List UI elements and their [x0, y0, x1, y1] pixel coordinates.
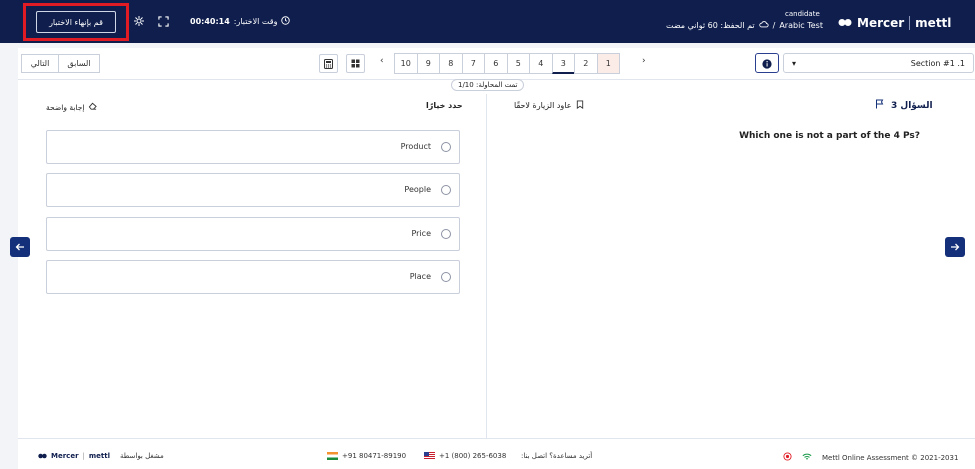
breadcrumb: Arabic Test / تم الحفظ: 60 ثواني مضت — [666, 20, 823, 30]
next-button[interactable]: التالي — [21, 54, 59, 73]
top-header: قم بإنهاء الاختبار وقت الاختبار: 00:40:1… — [0, 0, 975, 43]
page-footer: Mercer | mettl مشغل بواسطة +91 80471-891… — [18, 438, 975, 469]
section-dropdown[interactable]: ▾ Section #1 .1 — [783, 53, 974, 73]
india-flag-icon — [327, 452, 338, 460]
timer-value: 00:40:14 — [190, 16, 230, 26]
us-flag-icon — [424, 452, 435, 460]
finish-highlight-box: قم بإنهاء الاختبار — [23, 3, 129, 41]
timer-label: وقت الاختبار: — [233, 16, 278, 26]
info-icon — [762, 54, 772, 73]
phone-india-number: +91 80471-89190 — [342, 452, 407, 460]
option-radio[interactable] — [441, 229, 451, 239]
page-button[interactable]: 7 — [461, 53, 485, 74]
test-timer: وقت الاختبار: 00:40:14 — [190, 14, 291, 28]
footer-brand-mercer: Mercer — [51, 452, 79, 460]
page-button[interactable]: 6 — [484, 53, 508, 74]
option-radio[interactable] — [441, 142, 451, 152]
calculator-icon[interactable] — [319, 54, 338, 73]
brand-mercer: Mercer — [857, 16, 905, 30]
grid-view-icon[interactable] — [346, 54, 365, 73]
finish-test-button[interactable]: قم بإنهاء الاختبار — [36, 11, 116, 33]
clear-answer-button[interactable]: إجابة واضحة — [46, 102, 98, 112]
flag-icon[interactable] — [875, 99, 885, 112]
page-button[interactable]: 4 — [529, 53, 553, 74]
question-panel: السابق التالي ‹ 10 9 8 7 6 5 4 3 2 1 › ▾… — [18, 48, 975, 438]
page-button[interactable]: 10 — [394, 53, 418, 74]
page-button-answered[interactable]: 1 — [596, 53, 620, 74]
powered-by: مشغل بواسطة — [120, 452, 164, 460]
panel-divider — [486, 94, 487, 438]
option-label: Place — [409, 272, 431, 281]
mercer-logo-icon — [838, 16, 852, 30]
revisit-later-label: عاود الزيارة لاحقًا — [514, 101, 572, 110]
section-label: Section #1 .1 — [910, 58, 965, 68]
option-label: Price — [411, 229, 431, 238]
chevron-down-icon: ▾ — [792, 58, 797, 68]
answer-option[interactable]: People — [46, 173, 460, 207]
pages-next-chevron-icon[interactable]: › — [642, 56, 646, 66]
question-title: السؤال 3 — [875, 99, 933, 112]
revisit-later-button[interactable]: عاود الزيارة لاحقًا — [514, 100, 584, 111]
footer-brand-separator: | — [82, 452, 85, 460]
clear-answer-label: إجابة واضحة — [46, 102, 85, 112]
fullscreen-icon[interactable] — [156, 14, 170, 28]
copyright-text: Mettl Online Assessment © 2021-2031 — [822, 453, 959, 462]
help-text: أتريد مساعدة؟ اتصل بنا: — [521, 452, 593, 460]
settings-icon[interactable] — [132, 14, 146, 28]
pages-prev-chevron-icon[interactable]: ‹ — [380, 56, 384, 66]
phone-us: +1 (800) 265-6038 — [424, 452, 506, 460]
header-info: candidate Arabic Test / تم الحفظ: 60 ثوا… — [660, 10, 960, 34]
question-number: السؤال 3 — [891, 100, 933, 111]
previous-question-arrow-icon[interactable] — [10, 237, 30, 257]
footer-status: Mettl Online Assessment © 2021-2031 — [783, 452, 958, 463]
page-button[interactable]: 2 — [574, 53, 598, 74]
choose-option-label: حدد خيارًا — [426, 101, 463, 110]
brand-separator — [909, 16, 911, 30]
page-button[interactable]: 8 — [439, 53, 463, 74]
option-radio[interactable] — [441, 272, 451, 282]
phone-india: +91 80471-89190 — [327, 452, 406, 460]
footer-brand-mettl: mettl — [88, 452, 111, 460]
page-button[interactable]: 9 — [416, 53, 440, 74]
breadcrumb-separator: / — [772, 20, 776, 30]
answer-option[interactable]: Price — [46, 217, 460, 251]
candidate-label: candidate — [785, 10, 820, 18]
record-icon — [783, 452, 792, 463]
option-label: Product — [400, 142, 431, 151]
page-navigation: 10 9 8 7 6 5 4 3 2 1 — [394, 53, 620, 74]
prev-button[interactable]: السابق — [58, 54, 100, 73]
saved-status: تم الحفظ: 60 ثواني مضت — [666, 20, 755, 30]
eraser-icon — [88, 102, 98, 112]
question-toolbar: السابق التالي ‹ 10 9 8 7 6 5 4 3 2 1 › ▾… — [18, 48, 975, 80]
cloud-icon — [758, 20, 769, 30]
answer-option[interactable]: Place — [46, 260, 460, 294]
option-label: People — [404, 185, 431, 194]
info-button[interactable] — [755, 53, 779, 73]
mercer-logo-icon — [38, 453, 47, 459]
phone-us-number: +1 (800) 265-6038 — [439, 452, 507, 460]
bookmark-icon — [576, 100, 584, 111]
option-radio[interactable] — [441, 185, 451, 195]
next-question-arrow-icon[interactable] — [945, 237, 965, 257]
wifi-icon — [802, 453, 812, 463]
page-button-current[interactable]: 3 — [551, 53, 575, 74]
answer-option[interactable]: Product — [46, 130, 460, 164]
page-button[interactable]: 5 — [506, 53, 530, 74]
attempts-badge: تمت المحاولة: 1/10 — [451, 79, 525, 91]
clock-icon — [281, 15, 291, 27]
brand-logo: Mercer mettl — [838, 16, 951, 30]
test-name: Arabic Test — [779, 20, 823, 30]
question-text: Which one is not a part of the 4 Ps? — [739, 131, 920, 141]
brand-mettl: mettl — [915, 16, 952, 30]
footer-brand: Mercer | mettl مشغل بواسطة — [38, 452, 164, 460]
